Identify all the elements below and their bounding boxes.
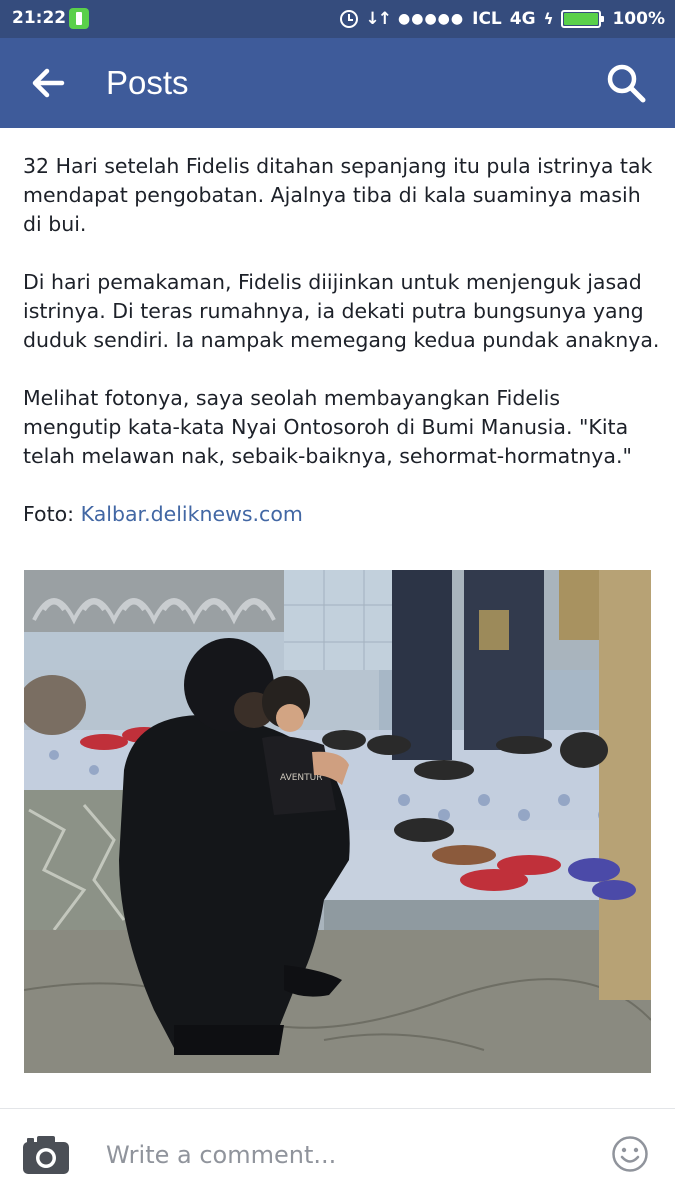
post-photo-container: AVENTUR [0, 540, 675, 1105]
arrow-left-icon [32, 68, 65, 98]
notification-icon [69, 8, 89, 29]
photo-credit-link[interactable]: Kalbar.deliknews.com [81, 502, 303, 526]
alarm-icon [339, 10, 358, 28]
back-button[interactable] [26, 60, 72, 106]
network-type: 4G [509, 9, 536, 29]
charging-icon: ϟ [543, 10, 554, 28]
smiley-icon [612, 1136, 648, 1172]
app-bar: Posts [0, 38, 675, 128]
battery-level-fill [564, 13, 599, 25]
post-paragraph: Di hari pemakaman, Fidelis diijinkan unt… [23, 270, 660, 352]
post-paragraph: 32 Hari setelah Fidelis ditahan sepanjan… [23, 154, 653, 236]
post-paragraph: Melihat fotonya, saya seolah membayangka… [23, 386, 632, 468]
carrier-name: ICL [472, 9, 502, 29]
comment-input[interactable] [106, 1137, 566, 1173]
battery-percent: 100% [612, 9, 665, 29]
emoji-button[interactable] [611, 1135, 649, 1173]
photo-credit: Foto: Kalbar.deliknews.com [23, 500, 663, 529]
status-time: 21:22 [12, 8, 67, 28]
funeral-porch-photo: AVENTUR [24, 570, 651, 1073]
status-indicators: ↓↑ ●●●●● ICL 4G ϟ 100% [339, 0, 665, 38]
post-photo[interactable]: AVENTUR [24, 570, 651, 1073]
photo-credit-label: Foto: [23, 502, 75, 526]
post-body: 32 Hari setelah Fidelis ditahan sepanjan… [23, 152, 663, 529]
camera-icon [23, 1136, 69, 1174]
comment-bar [0, 1109, 675, 1200]
battery-icon [561, 10, 605, 28]
search-icon [607, 64, 646, 103]
signal-strength-icon: ●●●●● [398, 11, 465, 27]
camera-button[interactable] [22, 1135, 70, 1175]
search-button[interactable] [603, 60, 649, 106]
data-transfer-icon: ↓↑ [365, 9, 392, 29]
page-title: Posts [106, 64, 189, 101]
status-bar: 21:22 ↓↑ ●●●●● ICL 4G ϟ 100% [0, 0, 675, 38]
